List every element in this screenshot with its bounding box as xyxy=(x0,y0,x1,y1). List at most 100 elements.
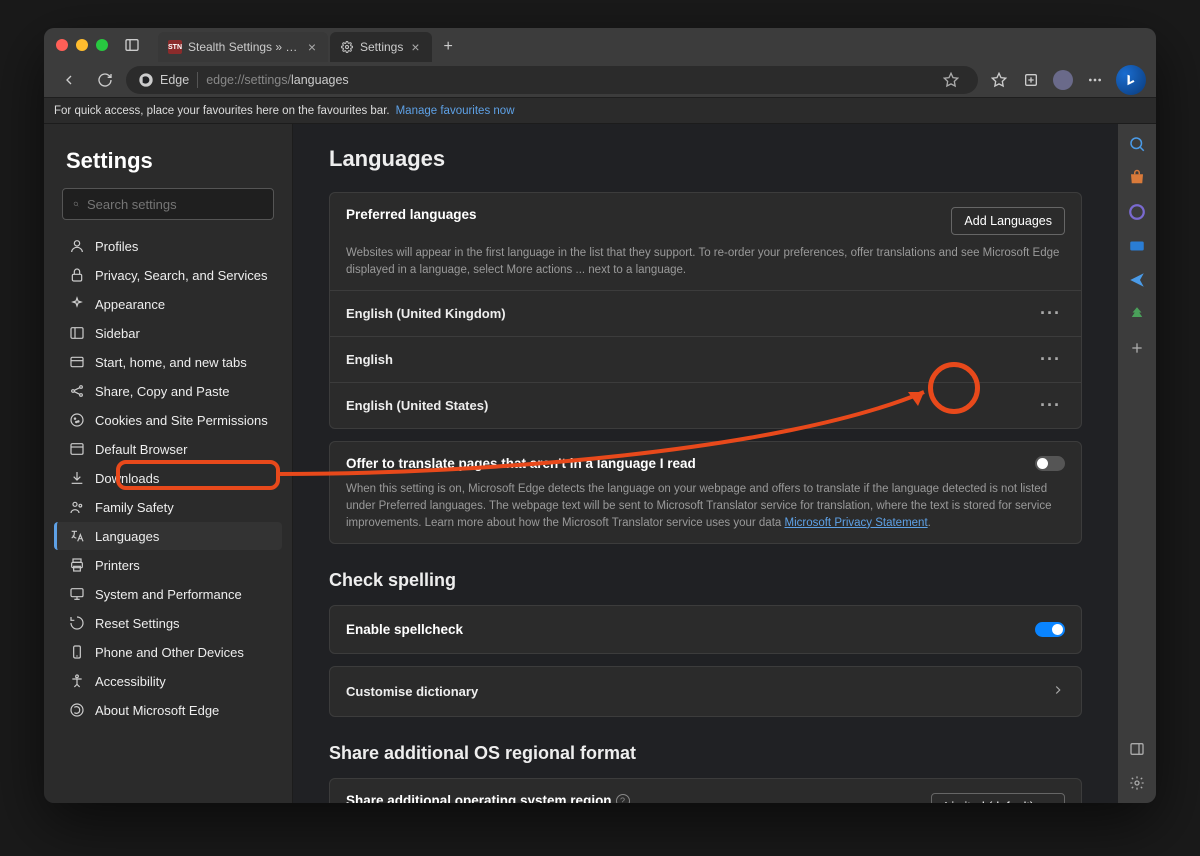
url-text: edge://settings/languages xyxy=(206,73,348,87)
bing-button[interactable] xyxy=(1116,65,1146,95)
search-icon xyxy=(73,197,79,211)
sidebar-item-label: Profiles xyxy=(95,239,138,254)
back-button[interactable] xyxy=(54,65,84,95)
window-maximize[interactable] xyxy=(96,39,108,51)
site-identity[interactable]: Edge xyxy=(138,72,198,88)
page-title: Languages xyxy=(329,146,1082,172)
sidebar-item-label: Share, Copy and Paste xyxy=(95,384,229,399)
sidebar-item-download[interactable]: Downloads xyxy=(54,464,282,492)
sidebar-item-label: Languages xyxy=(95,529,159,544)
system-icon xyxy=(69,586,85,602)
sidebar-item-label: Accessibility xyxy=(95,674,166,689)
sidebar-item-label: Default Browser xyxy=(95,442,187,457)
tab-favicon: STN xyxy=(168,40,182,54)
outlook-icon[interactable] xyxy=(1127,236,1147,256)
add-icon[interactable] xyxy=(1127,338,1147,358)
sidebar-item-label: Privacy, Search, and Services xyxy=(95,268,267,283)
refresh-button[interactable] xyxy=(90,65,120,95)
chevron-right-icon xyxy=(1051,683,1065,700)
cookie-icon xyxy=(69,412,85,428)
sidebar-toggle-icon[interactable] xyxy=(124,37,140,53)
sidebar-item-cookie[interactable]: Cookies and Site Permissions xyxy=(54,406,282,434)
translate-card: Offer to translate pages that aren't in … xyxy=(329,441,1082,544)
printer-icon xyxy=(69,557,85,573)
more-actions-button[interactable]: ··· xyxy=(1036,303,1065,324)
os-region-dropdown[interactable]: Limited (default) xyxy=(931,793,1065,803)
sidebar-item-label: Start, home, and new tabs xyxy=(95,355,247,370)
profile-icon xyxy=(69,238,85,254)
os-title: Share additional operating system region xyxy=(346,793,612,803)
titlebar: STN Stealth Settings » Source of IT × Se… xyxy=(44,28,1156,62)
favorite-star-icon[interactable] xyxy=(936,65,966,95)
sidebar-item-printer[interactable]: Printers xyxy=(54,551,282,579)
reset-icon xyxy=(69,615,85,631)
sidebar-item-languages[interactable]: Languages xyxy=(54,522,282,550)
window-close[interactable] xyxy=(56,39,68,51)
sidebar-item-appearance[interactable]: Appearance xyxy=(54,290,282,318)
sidebar-item-phone[interactable]: Phone and Other Devices xyxy=(54,638,282,666)
brand-label: Edge xyxy=(160,73,189,87)
sidebar-item-label: System and Performance xyxy=(95,587,242,602)
translate-desc: When this setting is on, Microsoft Edge … xyxy=(330,481,1081,543)
sidebar-icon xyxy=(69,325,85,341)
sidebar-item-profile[interactable]: Profiles xyxy=(54,232,282,260)
collections-icon[interactable] xyxy=(1016,65,1046,95)
spellcheck-toggle[interactable] xyxy=(1035,622,1065,637)
pref-desc: Websites will appear in the first langua… xyxy=(330,245,1081,290)
sidebar-item-system[interactable]: System and Performance xyxy=(54,580,282,608)
sidebar-item-tabs[interactable]: Start, home, and new tabs xyxy=(54,348,282,376)
sidebar-item-label: Downloads xyxy=(95,471,159,486)
sidebar-item-accessibility[interactable]: Accessibility xyxy=(54,667,282,695)
search-icon[interactable] xyxy=(1127,134,1147,154)
tab-close-icon[interactable]: × xyxy=(409,39,421,55)
sidebar-item-reset[interactable]: Reset Settings xyxy=(54,609,282,637)
tree-icon[interactable] xyxy=(1127,304,1147,324)
dictionary-card[interactable]: Customise dictionary xyxy=(329,666,1082,717)
more-actions-button[interactable]: ··· xyxy=(1036,395,1065,416)
more-actions-button[interactable]: ··· xyxy=(1036,349,1065,370)
sidebar-item-sidebar[interactable]: Sidebar xyxy=(54,319,282,347)
tab-title: Settings xyxy=(360,40,403,54)
sidebar-item-label: Reset Settings xyxy=(95,616,180,631)
share-icon xyxy=(69,383,85,399)
chevron-down-icon xyxy=(1040,801,1052,803)
translate-toggle[interactable] xyxy=(1035,456,1065,471)
tabs-icon xyxy=(69,354,85,370)
sidebar-item-about[interactable]: About Microsoft Edge xyxy=(54,696,282,724)
tab-strip: STN Stealth Settings » Source of IT × Se… xyxy=(158,28,463,62)
language-name: English (United Kingdom) xyxy=(346,306,506,321)
tab-0[interactable]: STN Stealth Settings » Source of IT × xyxy=(158,32,328,62)
search-input[interactable] xyxy=(62,188,274,220)
search-field[interactable] xyxy=(87,197,263,212)
translate-title: Offer to translate pages that aren't in … xyxy=(346,456,1035,471)
favorites-icon[interactable] xyxy=(984,65,1014,95)
shopping-icon[interactable] xyxy=(1127,168,1147,188)
appearance-icon xyxy=(69,296,85,312)
info-icon[interactable]: ? xyxy=(616,794,630,803)
sidebar-item-label: Family Safety xyxy=(95,500,174,515)
panel-icon[interactable] xyxy=(1127,739,1147,759)
sidebar-item-family[interactable]: Family Safety xyxy=(54,493,282,521)
address-bar[interactable]: Edge edge://settings/languages xyxy=(126,66,978,94)
menu-button[interactable] xyxy=(1080,65,1110,95)
sidebar-item-browser[interactable]: Default Browser xyxy=(54,435,282,463)
office-icon[interactable] xyxy=(1127,202,1147,222)
tab-1[interactable]: Settings × xyxy=(330,32,432,62)
new-tab-button[interactable]: + xyxy=(434,32,463,62)
traffic-lights xyxy=(56,39,108,51)
manage-favourites-link[interactable]: Manage favourites now xyxy=(396,105,515,117)
lock-icon xyxy=(69,267,85,283)
sidebar-item-share[interactable]: Share, Copy and Paste xyxy=(54,377,282,405)
settings-main: Languages Preferred languages Add Langua… xyxy=(293,124,1118,803)
spellcheck-card: Enable spellcheck xyxy=(329,605,1082,654)
privacy-link[interactable]: Microsoft Privacy Statement xyxy=(784,517,927,529)
tab-close-icon[interactable]: × xyxy=(306,39,318,55)
profile-avatar[interactable] xyxy=(1048,65,1078,95)
add-languages-button[interactable]: Add Languages xyxy=(951,207,1065,235)
send-icon[interactable] xyxy=(1127,270,1147,290)
window-minimize[interactable] xyxy=(76,39,88,51)
settings-gear-icon[interactable] xyxy=(1127,773,1147,793)
sidebar-item-lock[interactable]: Privacy, Search, and Services xyxy=(54,261,282,289)
language-row: English··· xyxy=(330,336,1081,382)
about-icon xyxy=(69,702,85,718)
